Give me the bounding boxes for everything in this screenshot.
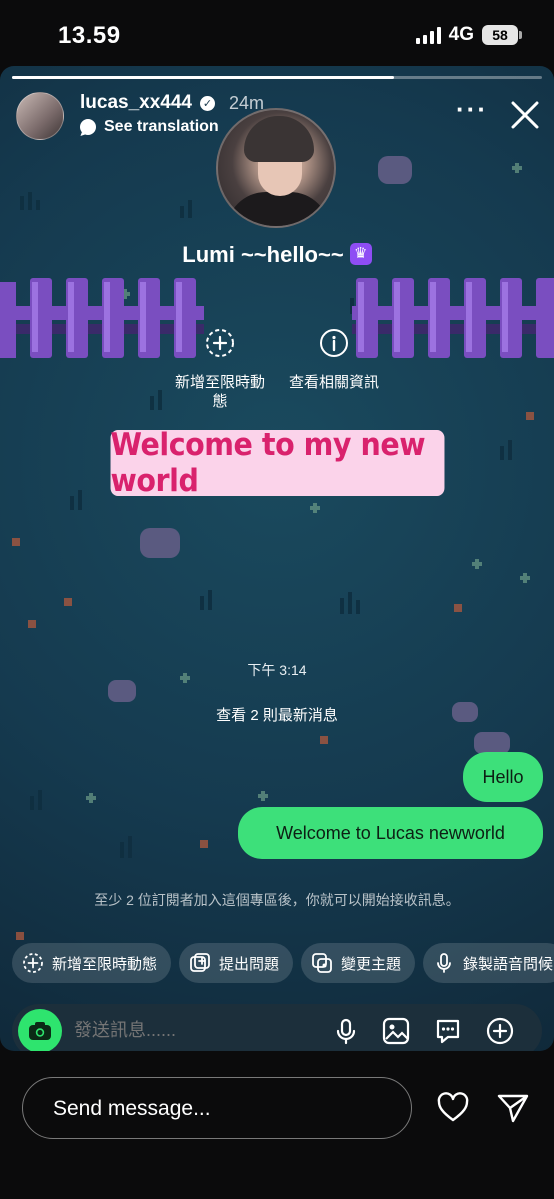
add-to-story-label: 新增至限時動態 bbox=[174, 374, 265, 410]
camera-icon bbox=[29, 1022, 51, 1040]
message-composer bbox=[12, 1004, 542, 1051]
camera-button[interactable] bbox=[18, 1009, 62, 1051]
join-notice: 至少 2 位訂閱者加入這個專區後，你就可以開始接收訊息。 bbox=[94, 892, 460, 908]
theme-icon bbox=[312, 953, 332, 973]
channel-name: Lumi ~~hello~~ bbox=[0, 242, 554, 268]
chip-label: 變更主題 bbox=[341, 955, 402, 973]
verified-icon: ✓ bbox=[200, 95, 215, 111]
see-translation-label: See translation bbox=[104, 118, 219, 135]
message-input[interactable] bbox=[74, 1020, 274, 1041]
send-message-placeholder: Send message... bbox=[53, 1097, 211, 1120]
info-circle-icon bbox=[320, 329, 348, 357]
chip-ask-question[interactable]: 提出問題 bbox=[179, 943, 294, 983]
story-progress-fill bbox=[12, 76, 394, 79]
plus-circle-icon[interactable] bbox=[486, 1017, 514, 1045]
chip-label: 新增至限時動態 bbox=[52, 955, 158, 973]
message-bubble[interactable]: Hello bbox=[463, 752, 543, 802]
chip-label: 提出問題 bbox=[219, 955, 280, 973]
chip-label: 錄製語音問候 bbox=[463, 955, 554, 973]
microphone-icon bbox=[437, 953, 451, 973]
chip-record-voice[interactable]: 錄製語音問候 bbox=[423, 943, 554, 983]
sticker-icon[interactable] bbox=[434, 1017, 462, 1045]
see-translation-link[interactable]: See translation bbox=[80, 118, 219, 136]
username[interactable]: lucas_xx444 bbox=[80, 92, 192, 114]
avatar[interactable] bbox=[16, 92, 64, 140]
story-reply-bar: Send message... bbox=[0, 1051, 554, 1199]
message-bubble[interactable]: Welcome to Lucas newworld bbox=[238, 807, 543, 859]
plus-circle-icon bbox=[23, 953, 43, 973]
add-to-story-action[interactable]: 新增至限時動態 bbox=[174, 328, 266, 411]
microphone-icon[interactable] bbox=[332, 1017, 360, 1045]
status-time: 13.59 bbox=[58, 22, 121, 49]
network-type: 4G bbox=[448, 24, 474, 45]
status-indicators: 4G 58 bbox=[415, 24, 522, 46]
view-info-action[interactable]: 查看相關資訊 bbox=[284, 328, 384, 392]
story-progress-bar bbox=[12, 76, 542, 79]
chat-bubble-icon bbox=[80, 119, 96, 135]
battery-icon: 58 bbox=[482, 25, 522, 45]
message-text: Welcome to Lucas newworld bbox=[276, 822, 505, 843]
more-options-icon[interactable]: ··· bbox=[456, 96, 488, 122]
close-icon[interactable] bbox=[508, 98, 542, 132]
share-icon[interactable] bbox=[496, 1091, 530, 1125]
chip-change-theme[interactable]: 變更主題 bbox=[301, 943, 416, 983]
message-text: Hello bbox=[482, 766, 524, 787]
status-bar: 13.59 4G 58 bbox=[0, 0, 554, 66]
gallery-icon[interactable] bbox=[382, 1017, 410, 1045]
question-icon bbox=[190, 953, 210, 972]
story-card[interactable]: lucas_xx444 ✓ 24m See translation ··· Lu… bbox=[0, 66, 554, 1051]
welcome-sticker: Welcome to my new world bbox=[110, 427, 445, 499]
chip-add-to-story[interactable]: 新增至限時動態 bbox=[12, 943, 172, 983]
crown-icon bbox=[349, 243, 372, 265]
story-header: lucas_xx444 ✓ 24m bbox=[80, 92, 264, 114]
quick-actions-row: 新增至限時動態 提出問題 變更主題 錄製語音問候 bbox=[12, 943, 554, 983]
channel-name-text: Lumi ~~hello~~ bbox=[182, 242, 344, 267]
view-info-label: 查看相關資訊 bbox=[288, 374, 379, 391]
channel-profile-picture bbox=[216, 108, 336, 228]
plus-circle-icon bbox=[206, 329, 234, 357]
chat-timestamp: 下午 3:14 bbox=[247, 662, 307, 678]
view-latest-messages-link[interactable]: 查看 2 則最新消息 bbox=[0, 704, 554, 725]
heart-icon[interactable] bbox=[436, 1091, 470, 1125]
signal-icon bbox=[415, 26, 441, 44]
battery-level: 58 bbox=[492, 27, 508, 43]
send-message-field[interactable]: Send message... bbox=[22, 1077, 412, 1139]
